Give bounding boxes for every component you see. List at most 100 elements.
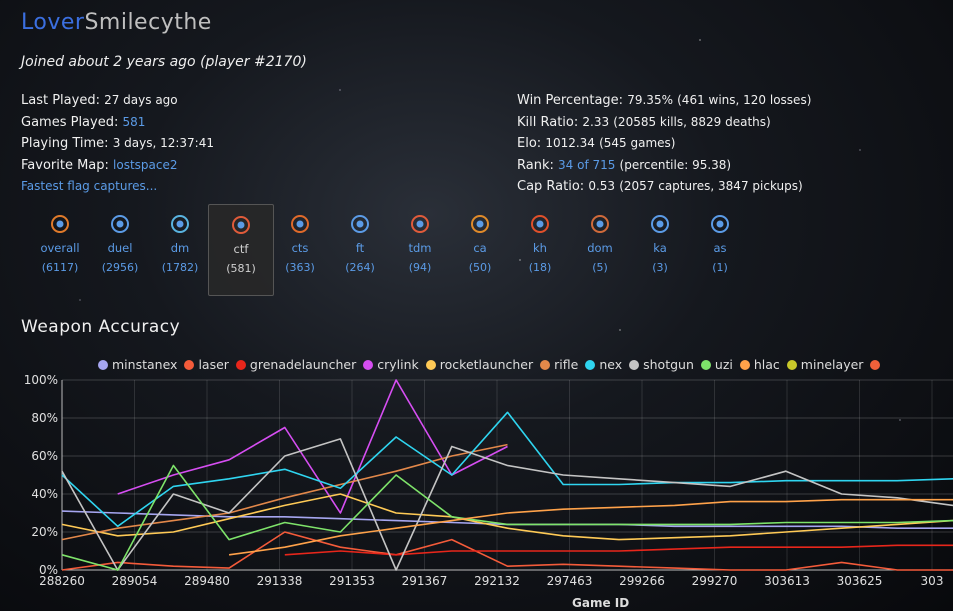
rank-label: Rank: [517,157,554,173]
dm-icon [171,215,189,233]
mode-label: cts [291,241,309,255]
mode-tab-ka[interactable]: ka (3) [628,204,692,294]
legend-dot [98,360,108,370]
legend-item[interactable]: nex [585,357,622,372]
legend-dot [363,360,374,370]
legend-item[interactable]: rocketlauncher [425,357,534,372]
player-name-first: Lover [21,10,85,35]
stats-left: Last Played: 27 days ago Games Played: 5… [21,90,214,198]
mode-count: (50) [468,261,492,274]
kill-detail: (20585 kills, 8829 deaths) [613,114,771,129]
rank-link[interactable]: 34 of 715 [558,158,615,172]
legend-dot [870,360,881,370]
x-tick-label: 299270 [692,574,738,588]
legend-item[interactable]: uzi [700,357,733,372]
elo-label: Elo: [517,136,542,151]
legend-label: minelayer [800,357,864,372]
x-tick-label: 303613 [764,574,810,588]
legend-label: hlac [753,357,780,372]
mode-tab-ctf[interactable]: ctf (581) [208,204,274,296]
mode-tab-as[interactable]: as (1) [688,204,752,294]
legend-dot [585,360,596,370]
x-tick-label: 299266 [619,574,665,588]
dom-icon [591,215,609,233]
player-name-last: Smilecythe [84,10,212,35]
mode-count: (581) [226,262,256,275]
series-line-grenadelauncher [284,544,953,556]
mode-tab-dom[interactable]: dom (5) [568,204,632,294]
mode-label: ctf [233,242,249,256]
x-tick-label: 292132 [474,574,520,588]
x-tick-label: 289054 [112,574,158,588]
kill-label: Kill Ratio: [517,114,579,130]
legend-label: crylink [377,357,419,372]
mode-label: dom [587,241,613,255]
rank-detail: (percentile: 95.38) [619,157,732,172]
weapon-accuracy-title: Weapon Accuracy [21,317,181,337]
mode-tab-overall[interactable]: overall (6117) [28,204,92,294]
legend-label: minstanex [112,357,178,372]
mode-label: ca [473,241,487,255]
mode-label: dm [170,241,190,255]
legend-dot [425,360,436,370]
kill-value: 2.33 [582,114,610,129]
x-tick-label: 289480 [184,574,230,588]
legend-dot [629,360,640,370]
last-played-value: 27 days ago [104,93,178,107]
legend-item[interactable]: minstanex [98,357,177,372]
cap-label: Cap Ratio: [517,179,585,194]
legend-label: laser [198,357,229,372]
series-line-crylink [117,379,508,514]
ca-icon [471,215,489,233]
as-icon [711,215,729,233]
legend-label: rocketlauncher [439,357,534,372]
mode-count: (2956) [101,261,139,274]
mode-count: (3) [652,261,668,274]
favorite-map-link[interactable]: lostspace2 [113,158,177,172]
mode-tab-dm[interactable]: dm (1782) [148,204,212,294]
tdm-icon [411,215,429,233]
ctf-icon [232,216,250,234]
legend-item[interactable]: minelayer [786,357,864,372]
legend-label: nex [599,357,623,372]
playing-time-value: 3 days, 12:37:41 [112,136,214,150]
legend-dot [739,360,750,370]
elo-detail: (545 games) [599,136,676,150]
y-tick-label: 20% [31,525,58,539]
legend-item[interactable]: crylink [363,357,419,372]
mode-count: (1) [712,261,728,274]
elo-value: 1012.34 [545,136,595,150]
mode-count: (6117) [41,261,79,274]
stats-right: Win Percentage: 79.35% (461 wins, 120 lo… [517,90,811,198]
y-tick-label: 100% [24,373,58,387]
mode-label: tdm [408,241,432,255]
mode-tab-tdm[interactable]: tdm (94) [388,204,452,294]
games-played-link[interactable]: 581 [123,115,146,129]
legend-dot [700,360,711,370]
legend-dot [540,360,551,370]
mode-tab-duel[interactable]: duel (2956) [88,204,152,294]
ft-icon [351,215,369,233]
x-tick-label: 291353 [329,574,375,588]
legend-dot [184,360,195,370]
mode-tab-cts[interactable]: cts (363) [268,204,332,294]
y-tick-label: 80% [31,411,58,425]
mode-tab-kh[interactable]: kh (18) [508,204,572,294]
mode-count: (5) [592,261,608,274]
legend-item[interactable]: grenadelauncher [235,357,356,372]
legend-item[interactable]: laser [184,357,229,372]
legend-dot [235,360,246,370]
fastest-flag-link[interactable]: Fastest flag captures... [21,179,157,193]
legend-item[interactable]: hlac [739,357,780,372]
mode-label: ft [355,241,365,255]
mode-count: (1782) [161,261,199,274]
mode-tab-ft[interactable]: ft (264) [328,204,392,294]
kh-icon [531,215,549,233]
legend-item[interactable] [870,357,884,372]
legend-item[interactable]: shotgun [629,357,694,372]
mode-label: ka [653,241,667,255]
mode-tab-ca[interactable]: ca (50) [448,204,512,294]
mode-label: kh [533,241,547,255]
x-tick-label: 297463 [547,574,593,588]
legend-item[interactable]: rifle [540,357,578,372]
